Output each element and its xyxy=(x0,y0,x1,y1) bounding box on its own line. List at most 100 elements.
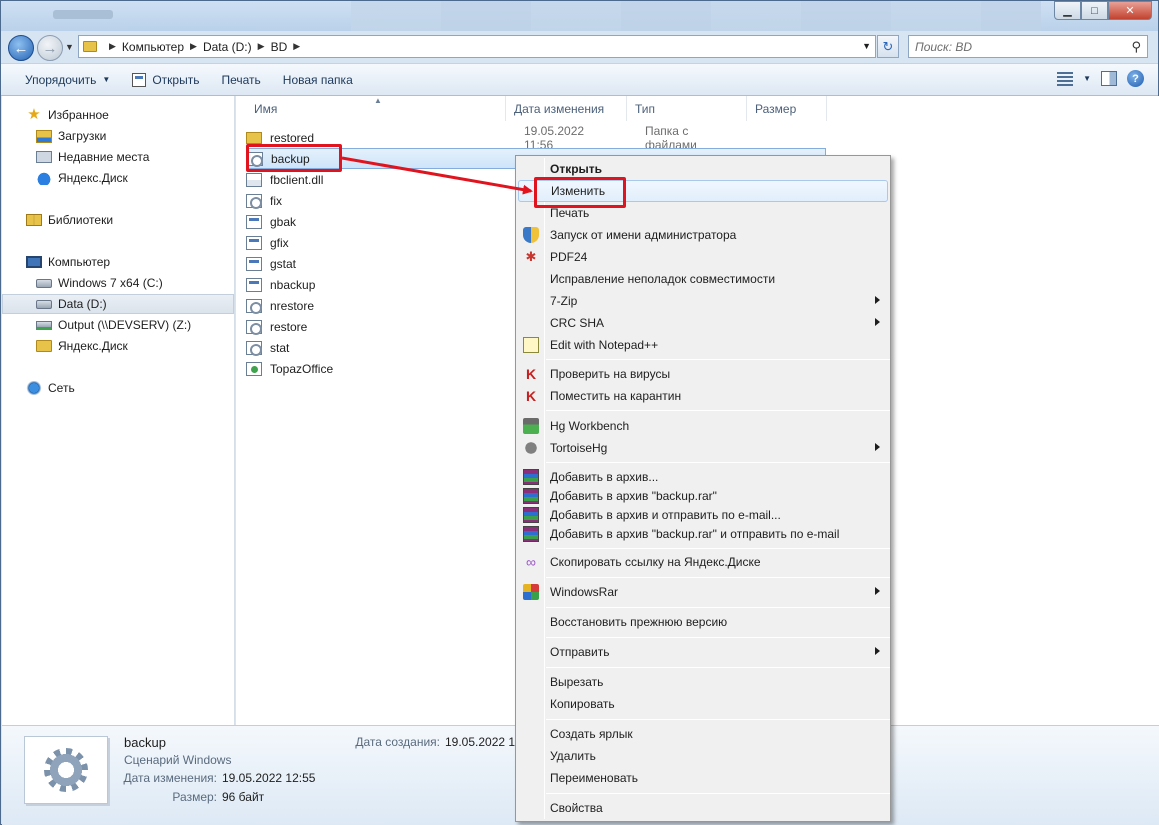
menu-label: 7-Zip xyxy=(550,294,578,308)
chevron-right-icon[interactable]: ▶ xyxy=(258,41,265,52)
menu-item-windowsrar[interactable]: WindowsRar xyxy=(518,581,888,603)
menu-item-tortoisehg[interactable]: TortoiseHg xyxy=(518,437,888,459)
menu-item-compatibility[interactable]: Исправление неполадок совместимости xyxy=(518,268,888,290)
folder-icon xyxy=(246,131,262,144)
winrar-icon xyxy=(523,488,539,504)
chevron-right-icon[interactable]: ▶ xyxy=(190,41,197,52)
file-row[interactable]: restore xyxy=(246,316,307,337)
nav-downloads[interactable]: Загрузки xyxy=(2,126,234,146)
file-row[interactable]: fbclient.dll xyxy=(246,169,323,190)
nav-label: Недавние места xyxy=(58,150,150,164)
file-name: gbak xyxy=(270,214,297,229)
star-icon: ★ xyxy=(27,106,41,123)
preview-pane-icon[interactable] xyxy=(1101,71,1117,86)
help-icon[interactable]: ? xyxy=(1127,70,1144,87)
minimize-button[interactable]: ▁ xyxy=(1054,1,1081,20)
menu-separator xyxy=(546,793,890,794)
menu-item-7zip[interactable]: 7-Zip xyxy=(518,290,888,312)
menu-item-yandex-link[interactable]: ∞ Скопировать ссылку на Яндекс.Диске xyxy=(518,551,888,573)
address-bar[interactable]: ▶ Компьютер ▶ Data (D:) ▶ BD ▶ ▼ xyxy=(78,35,876,58)
nav-drive-z[interactable]: Output (\\DEVSERV) (Z:) xyxy=(2,315,234,335)
exe-file-icon xyxy=(246,235,262,250)
column-header-type[interactable]: Тип xyxy=(627,96,747,121)
recent-pages-dropdown[interactable]: ▼ xyxy=(65,42,74,52)
menu-item-notepadpp[interactable]: Edit with Notepad++ xyxy=(518,334,888,356)
menu-item-quarantine[interactable]: K Поместить на карантин xyxy=(518,385,888,407)
menu-item-pdf24[interactable]: ✱ PDF24 xyxy=(518,246,888,268)
breadcrumb-separator[interactable]: ▶ xyxy=(103,41,116,52)
breadcrumb-data-d[interactable]: Data (D:) ▶ xyxy=(203,40,265,54)
script-file-icon xyxy=(246,298,262,314)
file-row[interactable]: fix xyxy=(246,190,282,211)
menu-item-delete[interactable]: Удалить xyxy=(518,745,888,767)
file-row[interactable]: nrestore xyxy=(246,295,314,316)
new-folder-button[interactable]: Новая папка xyxy=(272,64,364,95)
menu-item-run-as-admin[interactable]: Запуск от имени администратора xyxy=(518,224,888,246)
nav-favorites[interactable]: ★ Избранное xyxy=(2,105,234,125)
menu-item-send-to[interactable]: Отправить xyxy=(518,641,888,663)
tortoisehg-icon xyxy=(523,440,539,456)
menu-item-hg-workbench[interactable]: Hg Workbench xyxy=(518,415,888,437)
breadcrumb-label: BD xyxy=(270,39,288,54)
search-icon[interactable]: ⚲ xyxy=(1131,39,1141,55)
kaspersky-icon: K xyxy=(525,388,537,404)
address-history-dropdown[interactable]: ▼ xyxy=(862,41,871,51)
file-row[interactable]: nbackup xyxy=(246,274,315,295)
file-row[interactable]: gbak xyxy=(246,211,296,232)
close-button[interactable]: ✕ xyxy=(1108,1,1152,20)
menu-item-crc-sha[interactable]: CRC SHA xyxy=(518,312,888,334)
view-options-icon[interactable] xyxy=(1057,71,1074,86)
back-button[interactable]: ← xyxy=(8,35,34,61)
computer-icon xyxy=(26,256,42,268)
nav-computer[interactable]: Компьютер xyxy=(2,252,234,272)
file-row[interactable]: TopazOffice xyxy=(246,358,333,379)
title-bar[interactable]: ▁ □ ✕ xyxy=(1,1,1158,31)
nav-drive-d[interactable]: Data (D:) xyxy=(2,294,234,314)
nav-yandex-disk[interactable]: Яндекс.Диск xyxy=(2,168,234,188)
nav-recent-places[interactable]: Недавние места xyxy=(2,147,234,167)
menu-item-copy[interactable]: Копировать xyxy=(518,693,888,715)
file-row[interactable]: gfix xyxy=(246,232,289,253)
script-file-icon xyxy=(246,319,262,335)
chevron-down-icon[interactable]: ▼ xyxy=(1083,74,1091,83)
search-input[interactable]: Поиск: BD ⚲ xyxy=(908,35,1148,58)
nav-libraries[interactable]: Библиотеки xyxy=(2,210,234,230)
menu-item-rename[interactable]: Переименовать xyxy=(518,767,888,789)
chevron-right-icon[interactable]: ▶ xyxy=(293,41,300,52)
nav-yandex-disk-2[interactable]: Яндекс.Диск xyxy=(2,336,234,356)
column-header-size[interactable]: Размер xyxy=(747,96,827,121)
menu-label: WindowsRar xyxy=(550,585,619,599)
print-button[interactable]: Печать xyxy=(210,64,271,95)
menu-item-restore-previous[interactable]: Восстановить прежнюю версию xyxy=(518,611,888,633)
breadcrumb-computer[interactable]: Компьютер ▶ xyxy=(122,40,197,54)
menu-item-scan-virus[interactable]: K Проверить на вирусы xyxy=(518,363,888,385)
details-modified-label: Дата изменения: xyxy=(123,771,218,785)
new-folder-label: Новая папка xyxy=(282,72,353,87)
menu-item-create-shortcut[interactable]: Создать ярлык xyxy=(518,723,888,745)
file-row[interactable]: stat xyxy=(246,337,289,358)
nav-drive-c[interactable]: Windows 7 x64 (C:) xyxy=(2,273,234,293)
forward-button[interactable]: → xyxy=(37,35,63,61)
nav-network[interactable]: Сеть xyxy=(2,378,234,398)
breadcrumb-bd[interactable]: BD ▶ xyxy=(271,40,301,54)
menu-item-add-rar-email[interactable]: Добавить в архив "backup.rar" и отправит… xyxy=(518,523,888,545)
refresh-button[interactable]: ↻ xyxy=(877,35,899,58)
menu-item-properties[interactable]: Свойства xyxy=(518,797,888,819)
menu-label: Удалить xyxy=(550,749,596,763)
open-button[interactable]: Открыть xyxy=(121,64,210,95)
menu-label: Hg Workbench xyxy=(550,419,630,433)
column-header-date[interactable]: Дата изменения xyxy=(506,96,627,121)
menu-separator xyxy=(546,607,890,608)
winrar-icon xyxy=(523,526,539,542)
menu-label: Edit with Notepad++ xyxy=(550,338,659,352)
yandex-disk-icon xyxy=(36,171,52,185)
file-name: fix xyxy=(270,193,282,208)
menu-item-cut[interactable]: Вырезать xyxy=(518,671,888,693)
organize-button[interactable]: Упорядочить ▼ xyxy=(1,64,121,95)
file-name: restored xyxy=(270,130,315,145)
maximize-button[interactable]: □ xyxy=(1081,1,1108,20)
file-row[interactable]: gstat xyxy=(246,253,296,274)
menu-label: TortoiseHg xyxy=(550,441,608,455)
menu-label: Свойства xyxy=(550,801,603,815)
nav-label: Загрузки xyxy=(58,129,107,143)
